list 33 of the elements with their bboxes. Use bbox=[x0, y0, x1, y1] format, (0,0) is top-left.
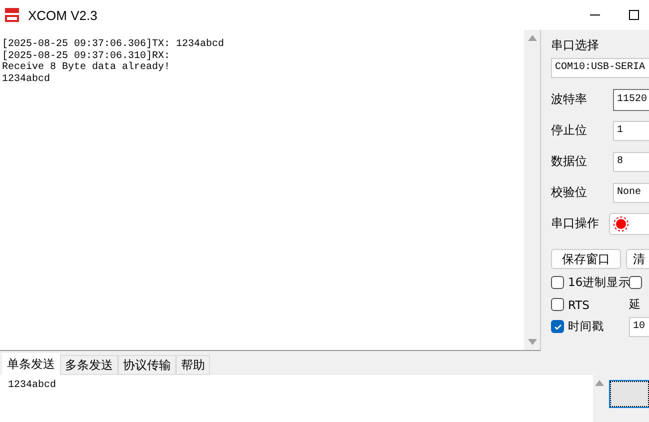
delay-field[interactable]: 10 bbox=[629, 316, 649, 336]
maximize-icon[interactable] bbox=[628, 9, 640, 21]
send-field[interactable]: 1234abcd bbox=[0, 375, 593, 422]
panel-button[interactable]: 清 bbox=[626, 249, 649, 269]
panel-button[interactable]: 保存窗口 bbox=[551, 249, 621, 269]
tab[interactable]: 单条发送 bbox=[2, 353, 60, 375]
tab[interactable]: 协议传输 bbox=[118, 355, 176, 375]
setting-dropdown[interactable]: 1 bbox=[613, 120, 649, 140]
window-title: XCOM V2.3 bbox=[28, 8, 98, 22]
delay-label: 延 bbox=[629, 297, 641, 312]
app-logo-icon bbox=[4, 7, 20, 23]
setting-label: 波特率 bbox=[551, 91, 588, 108]
setting-label: 数据位 bbox=[551, 153, 588, 170]
open-port-button[interactable] bbox=[609, 212, 649, 234]
checkbox[interactable] bbox=[629, 276, 642, 289]
checkbox[interactable] bbox=[551, 298, 564, 311]
tab[interactable]: 多条发送 bbox=[60, 355, 118, 375]
setting-label: 停止位 bbox=[551, 122, 588, 139]
tab[interactable]: 帮助 bbox=[176, 355, 210, 375]
checkbox-label: 时间戳 bbox=[568, 319, 604, 334]
send-button[interactable] bbox=[610, 381, 649, 407]
checkbox-label: RTS bbox=[568, 298, 590, 312]
checkbox-label: 16进制显示 bbox=[568, 275, 631, 290]
checkmark-icon bbox=[552, 322, 562, 332]
port-label: 串口选择 bbox=[551, 37, 600, 54]
operation-label: 串口操作 bbox=[551, 215, 600, 232]
port-dropdown[interactable]: COM10:USB-SERIA bbox=[551, 58, 649, 78]
setting-dropdown[interactable]: 8 bbox=[613, 152, 649, 172]
checkbox[interactable] bbox=[551, 276, 564, 289]
setting-label: 校验位 bbox=[551, 184, 588, 201]
setting-dropdown[interactable]: 11520 bbox=[613, 88, 649, 110]
checkbox[interactable] bbox=[551, 320, 564, 333]
setting-dropdown[interactable]: None bbox=[613, 182, 649, 202]
